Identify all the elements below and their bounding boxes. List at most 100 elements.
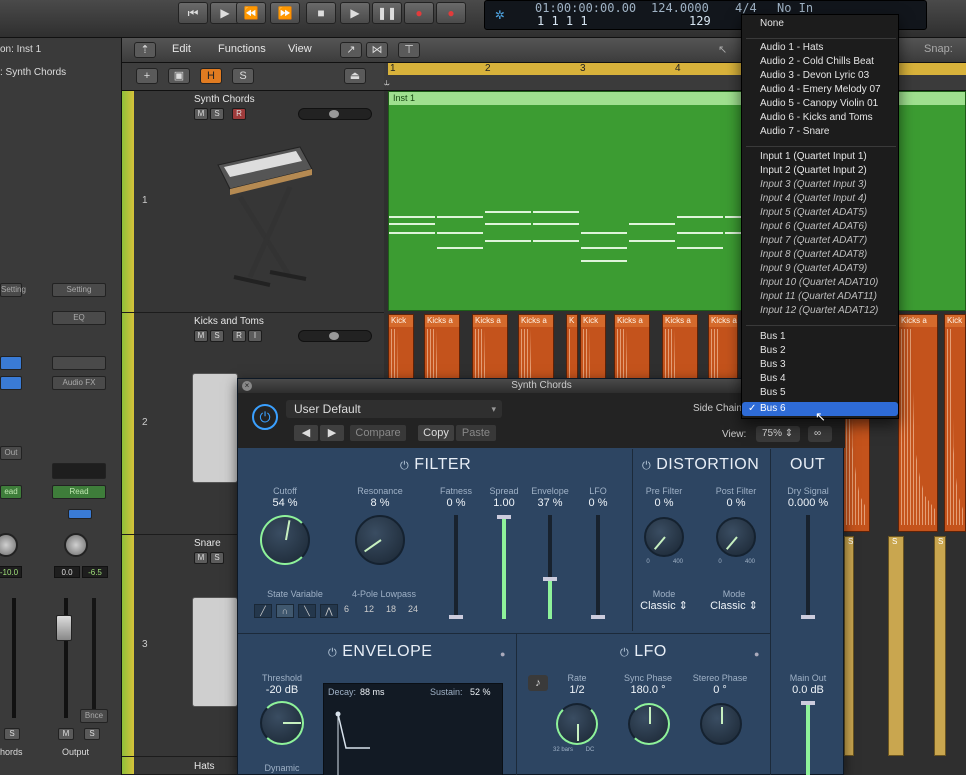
menu-item-input[interactable]: Input 2 (Quartet Input 2)	[742, 164, 898, 178]
post-filter-knob[interactable]	[716, 517, 756, 557]
menu-item-audio[interactable]: Audio 2 - Cold Chills Beat	[742, 55, 898, 69]
midi-note[interactable]	[533, 211, 579, 213]
track-inspector-label[interactable]: : Synth Chords	[0, 67, 66, 78]
menu-item-audio[interactable]: Audio 3 - Devon Lyric 03	[742, 69, 898, 83]
midi-note[interactable]	[677, 216, 723, 218]
solo-button[interactable]: S	[210, 330, 224, 342]
mode-select-a[interactable]: Classic ⇕	[634, 599, 694, 612]
midi-note[interactable]	[581, 247, 627, 249]
main-out-slider[interactable]	[801, 701, 815, 775]
envelope-amount-slider[interactable]	[543, 515, 557, 619]
audio-fx-slot[interactable]: Audio FX	[52, 376, 106, 390]
snare-region[interactable]: S	[888, 536, 904, 756]
fatness-slider[interactable]	[449, 515, 463, 619]
up-arrow-icon[interactable]: ⇡	[134, 42, 156, 58]
cutoff-knob[interactable]	[260, 515, 310, 565]
close-icon[interactable]: ×	[242, 381, 252, 391]
track-header[interactable]: 1 Synth Chords M S R	[122, 91, 384, 313]
playhead-icon[interactable]: ⥿	[384, 77, 390, 88]
fast-forward-button[interactable]: ⏩	[270, 2, 300, 24]
track-name[interactable]: Synth Chords	[194, 94, 255, 105]
edit-menu[interactable]: Edit	[172, 43, 191, 55]
mute-button[interactable]: M	[194, 552, 208, 564]
flex-tool-icon[interactable]: ↗	[340, 42, 362, 58]
hide-tracks-button[interactable]: H	[200, 68, 222, 84]
track-volume-slider[interactable]	[298, 108, 372, 120]
bounce-button[interactable]: Bnce	[80, 709, 108, 723]
pre-filter-knob[interactable]	[644, 517, 684, 557]
pause-button[interactable]: ❚❚	[372, 2, 402, 24]
snare-region[interactable]: S	[934, 536, 946, 756]
pointer-tool-icon[interactable]: ↖	[718, 43, 727, 56]
audio-region[interactable]: Kick	[944, 314, 966, 532]
paste-button[interactable]: Paste	[456, 425, 496, 441]
solo-button[interactable]: S	[210, 552, 224, 564]
link-icon[interactable]: ∞	[808, 426, 832, 442]
menu-item-audio[interactable]: Audio 4 - Emery Melody 07	[742, 83, 898, 97]
note-sync-icon[interactable]: ♪	[528, 675, 548, 691]
copy-button[interactable]: Copy	[418, 425, 454, 441]
menu-item-none[interactable]: None	[742, 17, 898, 31]
group-slot[interactable]	[52, 463, 106, 479]
track-name[interactable]: Kicks and Toms	[194, 316, 264, 327]
lfo-options-icon[interactable]: ●	[754, 649, 759, 659]
bandpass-type-button[interactable]: ∩	[276, 604, 294, 618]
midi-note[interactable]	[677, 247, 723, 249]
menu-item-input[interactable]: Input 11 (Quartet ADAT11)	[742, 290, 898, 304]
collapse-icon[interactable]: ⏏	[344, 68, 366, 84]
menu-item-input[interactable]: Input 4 (Quartet Input 4)	[742, 192, 898, 206]
stop-button[interactable]: ■	[306, 2, 336, 24]
view-menu[interactable]: View	[288, 43, 312, 55]
midi-note[interactable]	[485, 223, 531, 225]
power-icon[interactable]: ⏻	[400, 460, 409, 472]
automation-read-b[interactable]: Read	[52, 485, 106, 499]
solo-button-b[interactable]: S	[84, 728, 100, 740]
menu-item-input[interactable]: Input 7 (Quartet ADAT7)	[742, 234, 898, 248]
record-enable-button[interactable]: R	[232, 108, 246, 120]
slope-18[interactable]: 18	[386, 604, 396, 614]
midi-note[interactable]	[437, 232, 483, 234]
threshold-knob[interactable]	[260, 701, 304, 745]
midi-note[interactable]	[485, 240, 531, 242]
mute-button-b[interactable]: M	[58, 728, 74, 740]
menu-item-audio[interactable]: Audio 5 - Canopy Violin 01	[742, 97, 898, 111]
input-slot[interactable]	[0, 356, 22, 370]
gear-icon[interactable]: ✲	[495, 4, 505, 23]
mute-button[interactable]: M	[194, 330, 208, 342]
setting-slot-a[interactable]: Setting	[0, 283, 26, 297]
menu-item-input[interactable]: Input 9 (Quartet ADAT9)	[742, 262, 898, 276]
midi-note[interactable]	[533, 240, 579, 242]
track-name[interactable]: Hats	[194, 761, 215, 772]
slope-12[interactable]: 12	[364, 604, 374, 614]
menu-item-input[interactable]: Input 1 (Quartet Input 1)	[742, 150, 898, 164]
menu-item-input[interactable]: Input 5 (Quartet ADAT5)	[742, 206, 898, 220]
fx-slot-a[interactable]	[0, 376, 22, 390]
functions-menu[interactable]: Functions	[218, 43, 266, 55]
view-zoom-select[interactable]: 75% ⇕	[756, 426, 800, 442]
midi-note[interactable]	[533, 223, 579, 225]
out-slot[interactable]: Out	[0, 446, 22, 460]
folder-icon[interactable]: ▣	[168, 68, 190, 84]
menu-item-input[interactable]: Input 6 (Quartet ADAT6)	[742, 220, 898, 234]
slope-24[interactable]: 24	[408, 604, 418, 614]
track-name[interactable]: Snare	[194, 538, 221, 549]
slope-6[interactable]: 6	[344, 604, 349, 614]
rate-knob[interactable]	[556, 703, 598, 745]
resonance-knob[interactable]	[355, 515, 405, 565]
sync-phase-knob[interactable]	[628, 703, 670, 745]
menu-item-input[interactable]: Input 10 (Quartet ADAT10)	[742, 276, 898, 290]
midi-note[interactable]	[629, 240, 675, 242]
power-icon[interactable]: ⏻	[620, 647, 629, 659]
dry-signal-slider[interactable]	[801, 515, 815, 619]
snare-region[interactable]: S	[844, 536, 854, 756]
envelope-graph[interactable]: Decay: 88 ms Sustain: 52 %	[323, 683, 503, 775]
pan-knob-a[interactable]	[0, 533, 18, 557]
envelope-options-icon[interactable]: ●	[500, 649, 505, 659]
midi-note[interactable]	[437, 216, 483, 218]
add-track-button[interactable]: +	[136, 68, 158, 84]
pan-knob-b[interactable]	[64, 533, 88, 557]
lowpass-type-button[interactable]: ╱	[254, 604, 272, 618]
eq-slot[interactable]: EQ	[52, 311, 106, 325]
menu-item-input[interactable]: Input 8 (Quartet ADAT8)	[742, 248, 898, 262]
rewind-button[interactable]: ⏪	[236, 2, 266, 24]
